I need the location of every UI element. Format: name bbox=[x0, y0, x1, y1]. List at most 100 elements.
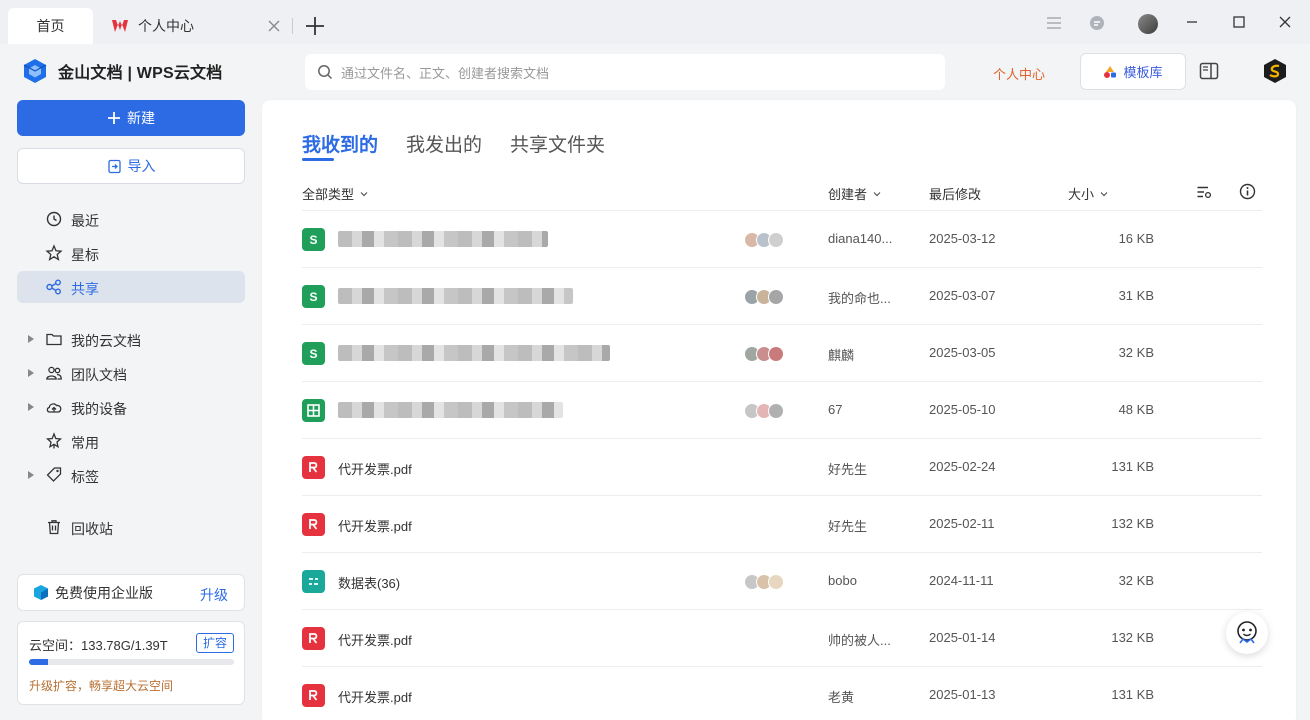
sidebar-item-my-devices[interactable]: 我的设备 bbox=[17, 391, 245, 423]
file-creator: 帅的被人... bbox=[828, 633, 891, 648]
table-row[interactable]: 67 2025-05-10 48 KB bbox=[302, 382, 1262, 439]
menu-icon[interactable] bbox=[1044, 13, 1064, 33]
app-badge-icon[interactable] bbox=[1263, 58, 1287, 84]
close-tab-icon[interactable] bbox=[266, 18, 282, 34]
tab-shared-folders[interactable]: 共享文件夹 bbox=[510, 130, 605, 157]
sidebar-item-tags[interactable]: 标签 bbox=[17, 459, 245, 491]
tab-sent[interactable]: 我发出的 bbox=[406, 130, 482, 157]
avatar bbox=[768, 574, 784, 590]
personal-center-link[interactable]: 个人中心 bbox=[993, 64, 1045, 83]
table-row[interactable]: 代开发票.pdf 好先生 2025-02-11 132 KB bbox=[302, 496, 1262, 553]
table-row[interactable]: Sdiana140... 2025-03-12 16 KB bbox=[302, 211, 1262, 268]
file-name[interactable]: 代开发票.pdf bbox=[338, 459, 412, 478]
expand-arrow-icon[interactable] bbox=[28, 403, 34, 411]
size-column-header[interactable]: 大小 bbox=[1068, 184, 1108, 203]
type-filter[interactable]: 全部类型 bbox=[302, 184, 368, 203]
collaborator-avatars[interactable] bbox=[744, 346, 794, 362]
star-icon bbox=[45, 244, 63, 261]
sidebar-item-recent[interactable]: 最近 bbox=[17, 203, 245, 235]
sidebar-item-label: 回收站 bbox=[71, 521, 113, 537]
brand-name: 金山文档 | WPS云文档 bbox=[58, 65, 223, 82]
template-icon bbox=[1104, 65, 1117, 78]
clock-icon bbox=[46, 211, 62, 227]
file-name[interactable]: 数据表(36) bbox=[338, 573, 400, 592]
trash-icon bbox=[48, 520, 60, 535]
user-avatar[interactable] bbox=[1138, 14, 1158, 34]
sidebar-item-frequent[interactable]: 常用 bbox=[17, 425, 245, 457]
plus-icon bbox=[108, 112, 120, 124]
template-library-button[interactable]: 模板库 bbox=[1080, 53, 1186, 90]
sidebar-item-trash[interactable]: 回收站 bbox=[17, 511, 245, 543]
sidebar-item-label: 团队文档 bbox=[71, 367, 127, 383]
blurred-file-name[interactable] bbox=[338, 288, 573, 304]
file-size: 132 KB bbox=[1111, 516, 1154, 531]
avatar bbox=[768, 289, 784, 305]
file-size: 131 KB bbox=[1111, 687, 1154, 702]
sidebar-item-starred[interactable]: 星标 bbox=[17, 237, 245, 269]
file-name[interactable]: 代开发票.pdf bbox=[338, 687, 412, 706]
file-creator: diana140... bbox=[828, 231, 893, 246]
new-label: 新建 bbox=[127, 110, 155, 126]
collaborator-avatars[interactable] bbox=[744, 289, 794, 305]
table-row[interactable]: 代开发票.pdf 好先生 2025-02-24 131 KB bbox=[302, 439, 1262, 496]
maximize-icon[interactable] bbox=[1231, 14, 1247, 30]
storage-upsell-link[interactable]: 升级扩容，畅享超大云空间 bbox=[29, 677, 173, 694]
sidebar-item-label: 常用 bbox=[71, 435, 99, 451]
table-row[interactable]: 代开发票.pdf 帅的被人... 2025-01-14 132 KB bbox=[302, 610, 1262, 667]
list-settings-icon[interactable] bbox=[1196, 184, 1212, 200]
search-box[interactable]: 通过文件名、正文、创建者搜索文档 bbox=[305, 54, 945, 90]
creator-column-header[interactable]: 创建者 bbox=[828, 184, 881, 203]
info-icon[interactable] bbox=[1239, 183, 1256, 200]
sidebar-item-team-docs[interactable]: 团队文档 bbox=[17, 357, 245, 389]
minimize-icon[interactable] bbox=[1184, 14, 1200, 30]
message-icon[interactable] bbox=[1087, 13, 1107, 33]
close-window-icon[interactable] bbox=[1277, 14, 1293, 30]
file-size: 32 KB bbox=[1118, 573, 1154, 588]
type-filter-label: 全部类型 bbox=[302, 187, 355, 202]
expand-arrow-icon[interactable] bbox=[28, 471, 34, 479]
file-modified-date: 2025-03-07 bbox=[929, 288, 996, 303]
collaborator-avatars[interactable] bbox=[744, 403, 794, 419]
expand-storage-button[interactable]: 扩容 bbox=[196, 633, 234, 653]
file-name[interactable]: 代开发票.pdf bbox=[338, 630, 412, 649]
collaborator-avatars[interactable] bbox=[744, 232, 794, 248]
enterprise-promo[interactable]: 免费使用企业版 升级 bbox=[17, 574, 245, 611]
import-button[interactable]: 导入 bbox=[17, 148, 245, 184]
new-button[interactable]: 新建 bbox=[17, 100, 245, 136]
add-tab-icon[interactable] bbox=[304, 15, 326, 37]
creator-column-label: 创建者 bbox=[828, 187, 868, 202]
sidebar-item-my-cloud-docs[interactable]: 我的云文档 bbox=[17, 323, 245, 355]
table-row[interactable]: S 麒麟 2025-03-05 32 KB bbox=[302, 325, 1262, 382]
blurred-file-name[interactable] bbox=[338, 231, 548, 247]
tab-personal-center[interactable]: 个人中心 bbox=[100, 8, 290, 44]
file-modified-date: 2025-05-10 bbox=[929, 402, 996, 417]
blurred-file-name[interactable] bbox=[338, 402, 563, 418]
table-row[interactable]: S 我的命也... 2025-03-07 31 KB bbox=[302, 268, 1262, 325]
file-modified-date: 2025-01-14 bbox=[929, 630, 996, 645]
pdf-icon bbox=[302, 684, 325, 707]
active-tab-underline bbox=[302, 158, 334, 161]
tab-received[interactable]: 我收到的 bbox=[302, 130, 378, 157]
panel-layout-icon[interactable] bbox=[1199, 62, 1219, 80]
modified-column-header[interactable]: 最后修改 bbox=[929, 184, 981, 203]
pdf-icon bbox=[302, 456, 325, 479]
tab-home[interactable]: 首页 bbox=[8, 8, 93, 44]
file-size: 132 KB bbox=[1111, 630, 1154, 645]
file-modified-date: 2025-02-11 bbox=[929, 516, 995, 531]
table-row[interactable]: 代开发票.pdf 老黄 2025-01-13 131 KB bbox=[302, 667, 1262, 720]
avatar bbox=[768, 403, 784, 419]
table-row[interactable]: 数据表(36) bobo 2024-11-11 32 KB bbox=[302, 553, 1262, 610]
pdf-icon bbox=[302, 627, 325, 650]
file-creator: 我的命也... bbox=[828, 291, 891, 306]
sidebar-item-shared[interactable]: 共享 bbox=[17, 271, 245, 303]
upgrade-link[interactable]: 升级 bbox=[200, 585, 228, 605]
file-name[interactable]: 代开发票.pdf bbox=[338, 516, 412, 535]
wps-logo-icon bbox=[112, 20, 128, 32]
assistant-help-button[interactable] bbox=[1226, 612, 1268, 654]
collaborator-avatars[interactable] bbox=[744, 574, 794, 590]
import-label: 导入 bbox=[127, 158, 156, 174]
sidebar-item-label: 我的设备 bbox=[71, 401, 127, 417]
expand-arrow-icon[interactable] bbox=[28, 369, 34, 377]
expand-arrow-icon[interactable] bbox=[28, 335, 34, 343]
blurred-file-name[interactable] bbox=[338, 345, 610, 361]
